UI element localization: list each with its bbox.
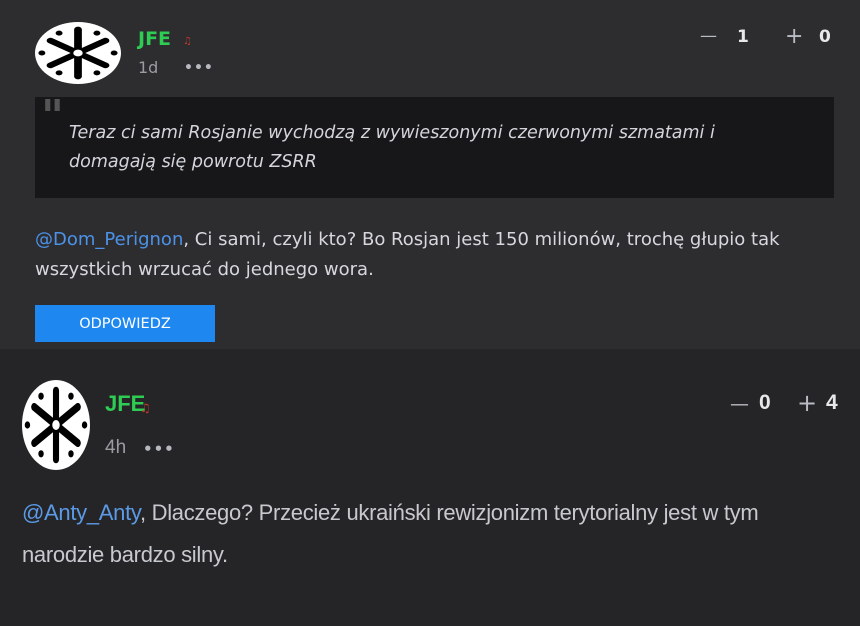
timestamp[interactable]: 1d (138, 58, 158, 77)
avatar-icon[interactable] (22, 380, 90, 470)
mention-link[interactable]: @Anty_Anty (22, 500, 140, 525)
plus-icon[interactable]: + (785, 24, 803, 49)
upvote-count: 0 (819, 27, 831, 47)
timestamp[interactable]: 4h (105, 437, 126, 459)
reply-button[interactable]: ODPOWIEDZ (35, 305, 215, 342)
comment-text: @Anty_Anty, Dlaczego? Przecież ukraiński… (22, 492, 842, 576)
comment-2: JFE ♫ 4h ••• — 0 + 4 (0, 349, 860, 626)
comment-text: @Dom_Perignon, Ci sami, czyli kto? Bo Ro… (35, 225, 825, 285)
music-note-icon: ♫ (140, 401, 151, 415)
quote-mark-icon: " (41, 91, 64, 142)
minus-icon[interactable]: — (700, 26, 717, 46)
comment-1: JFE ♫ 1d ••• — 1 + 0 " Teraz ci sami Ros… (0, 0, 860, 349)
plus-icon[interactable]: + (797, 389, 817, 417)
more-dots-icon[interactable]: ••• (184, 60, 214, 76)
upvote-count: 4 (826, 391, 838, 414)
music-note-icon: ♫ (183, 36, 192, 47)
quote-block: " Teraz ci sami Rosjanie wychodzą z wywi… (35, 91, 834, 198)
mention-link[interactable]: @Dom_Perignon (35, 229, 183, 250)
downvote-count: 1 (737, 27, 749, 47)
avatar-icon[interactable] (35, 22, 121, 84)
quote-text: Teraz ci sami Rosjanie wychodzą z wywies… (69, 123, 715, 172)
username[interactable]: JFE (138, 28, 171, 50)
minus-icon[interactable]: — (730, 393, 749, 415)
downvote-count: 0 (759, 391, 771, 414)
more-dots-icon[interactable]: ••• (143, 440, 175, 458)
